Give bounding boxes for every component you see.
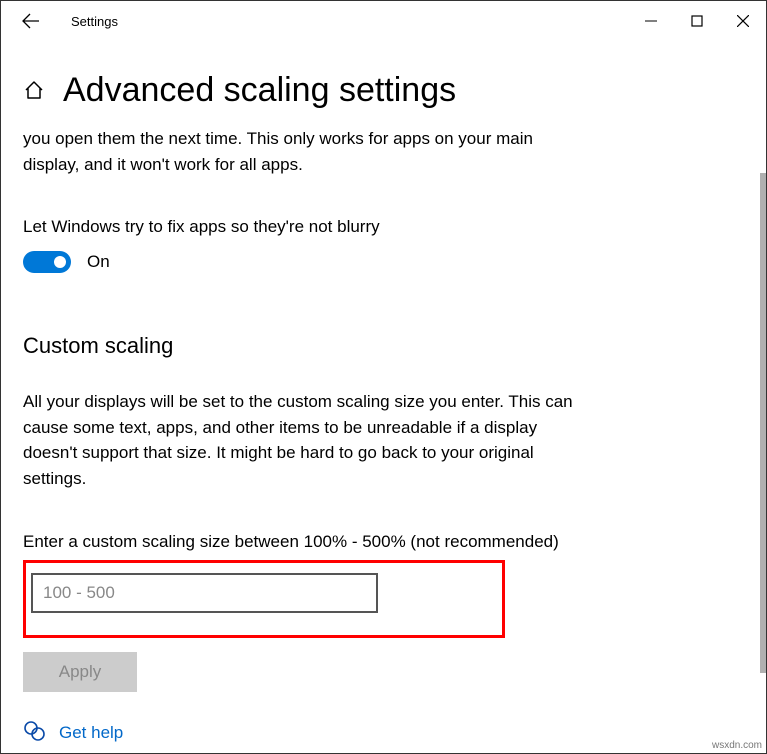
app-title: Settings	[71, 14, 118, 29]
content-area: Advanced scaling settings you open them …	[1, 41, 766, 753]
page-title: Advanced scaling settings	[63, 71, 456, 110]
fix-blurry-toggle[interactable]	[23, 251, 71, 273]
help-icon	[23, 720, 45, 747]
toggle-state-text: On	[87, 252, 110, 272]
heading-row: Advanced scaling settings	[23, 71, 744, 110]
highlight-box	[23, 560, 505, 638]
intro-text: you open them the next time. This only w…	[23, 126, 583, 177]
back-button[interactable]	[11, 1, 51, 41]
back-arrow-icon	[22, 12, 40, 30]
close-button[interactable]	[720, 1, 766, 41]
window-controls	[628, 1, 766, 41]
titlebar: Settings	[1, 1, 766, 41]
custom-scaling-input[interactable]	[31, 573, 378, 613]
apply-button[interactable]: Apply	[23, 652, 137, 692]
help-row: Get help	[23, 720, 744, 747]
scrollbar[interactable]	[760, 173, 766, 673]
close-icon	[737, 15, 749, 27]
toggle-row: On	[23, 251, 744, 273]
minimize-icon	[645, 15, 657, 27]
get-help-link[interactable]: Get help	[59, 723, 123, 743]
maximize-icon	[691, 15, 703, 27]
toggle-knob	[54, 256, 66, 268]
custom-scaling-title: Custom scaling	[23, 333, 744, 359]
watermark: wsxdn.com	[712, 740, 762, 751]
fix-blurry-label: Let Windows try to fix apps so they're n…	[23, 217, 744, 237]
maximize-button[interactable]	[674, 1, 720, 41]
custom-scaling-description: All your displays will be set to the cus…	[23, 389, 583, 491]
minimize-button[interactable]	[628, 1, 674, 41]
custom-scaling-input-label: Enter a custom scaling size between 100%…	[23, 529, 583, 555]
home-icon[interactable]	[23, 79, 45, 106]
